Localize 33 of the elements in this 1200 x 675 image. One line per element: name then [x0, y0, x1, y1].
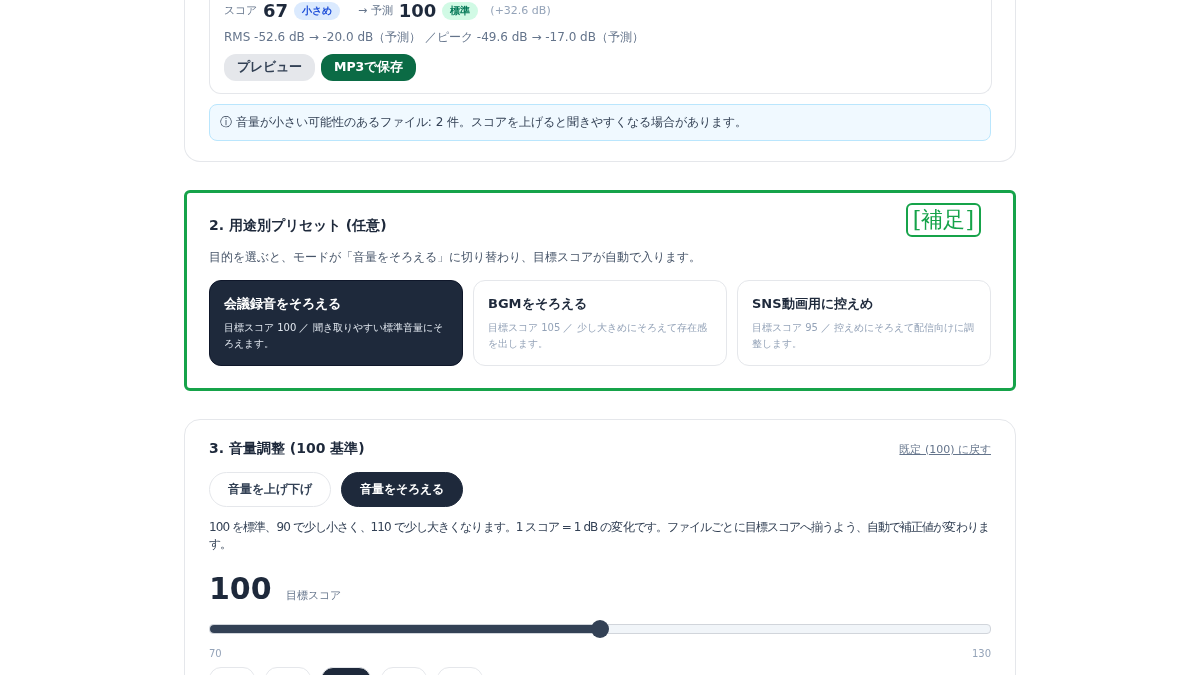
preset-option[interactable]: 会議録音をそろえる 目標スコア 100 ／ 聞き取りやすい標準音量にそろえます。: [209, 280, 463, 366]
gain-text: (+32.6 dB): [490, 4, 551, 17]
preset-option[interactable]: BGMをそろえる 目標スコア 105 ／ 少し大きめにそろえて存在感を出します。: [473, 280, 727, 366]
info-notice: ⓘ 音量が小さい可能性のあるファイル: 2 件。スコアを上げると聞きやすくなる場合があります。: [209, 104, 991, 141]
save-button[interactable]: MP3で保存: [321, 54, 417, 81]
predicted-label: → 予測: [358, 3, 393, 18]
preset-title: SNS動画用に控えめ: [752, 295, 874, 313]
max-label: 130: [971, 648, 991, 659]
min-label: 70: [209, 648, 222, 659]
score-value: 67: [263, 0, 289, 21]
score-label: 目標スコア: [285, 588, 341, 603]
section-description: 目的を選ぶと、モードが「音量をそろえる」に切り替わり、目標スコアが自動で入ります。: [209, 249, 702, 266]
score-value: 100: [209, 571, 272, 606]
preset-title: 会議録音をそろえる: [224, 295, 342, 313]
reset-link[interactable]: 既定 (100) に戻す: [899, 441, 991, 457]
preset-option[interactable]: SNS動画用に控えめ 目標スコア 95 ／ 控えめにそろえて配信向けに調整します。: [737, 280, 991, 366]
predicted-value: 100: [398, 0, 437, 21]
preset-description: 目標スコア 95 ／ 控えめにそろえて配信向けに調整します。: [752, 321, 976, 351]
note-label: [補足]: [905, 203, 981, 237]
slider-thumb[interactable]: [591, 620, 609, 638]
score-badge: 小さめ: [294, 1, 341, 20]
preset-description: 目標スコア 100 ／ 聞き取りやすい標準音量にそろえます。: [224, 321, 444, 351]
volume-description: 100 を標準、90 で少し小さく、110 で少し大きくなります。1 スコア = 1 dB の変化です。ファイルごとに目標スコアへ揃うよう、自動で補正値が変わります。: [209, 519, 990, 553]
levels-text: RMS -52.6 dB → -20.0 dB（予測） ／ピーク -49.6 dB → -17.0 dB（予測）: [224, 29, 645, 46]
preview-button[interactable]: プレビュー: [224, 54, 315, 81]
preset-description: 目標スコア 105 ／ 少し大きめにそろえて存在感を出します。: [488, 321, 708, 351]
mode-toggle[interactable]: 音量をそろえる: [341, 472, 463, 507]
section-title: 2. 用途別プリセット (任意): [209, 217, 387, 235]
section-title: 3. 音量調整 (100 基準): [209, 440, 365, 458]
mode-toggle[interactable]: 音量を上げ下げ: [209, 472, 331, 507]
predicted-badge: 標準: [442, 1, 479, 20]
score-label: スコア: [224, 3, 257, 18]
preset-title: BGMをそろえる: [488, 295, 588, 313]
